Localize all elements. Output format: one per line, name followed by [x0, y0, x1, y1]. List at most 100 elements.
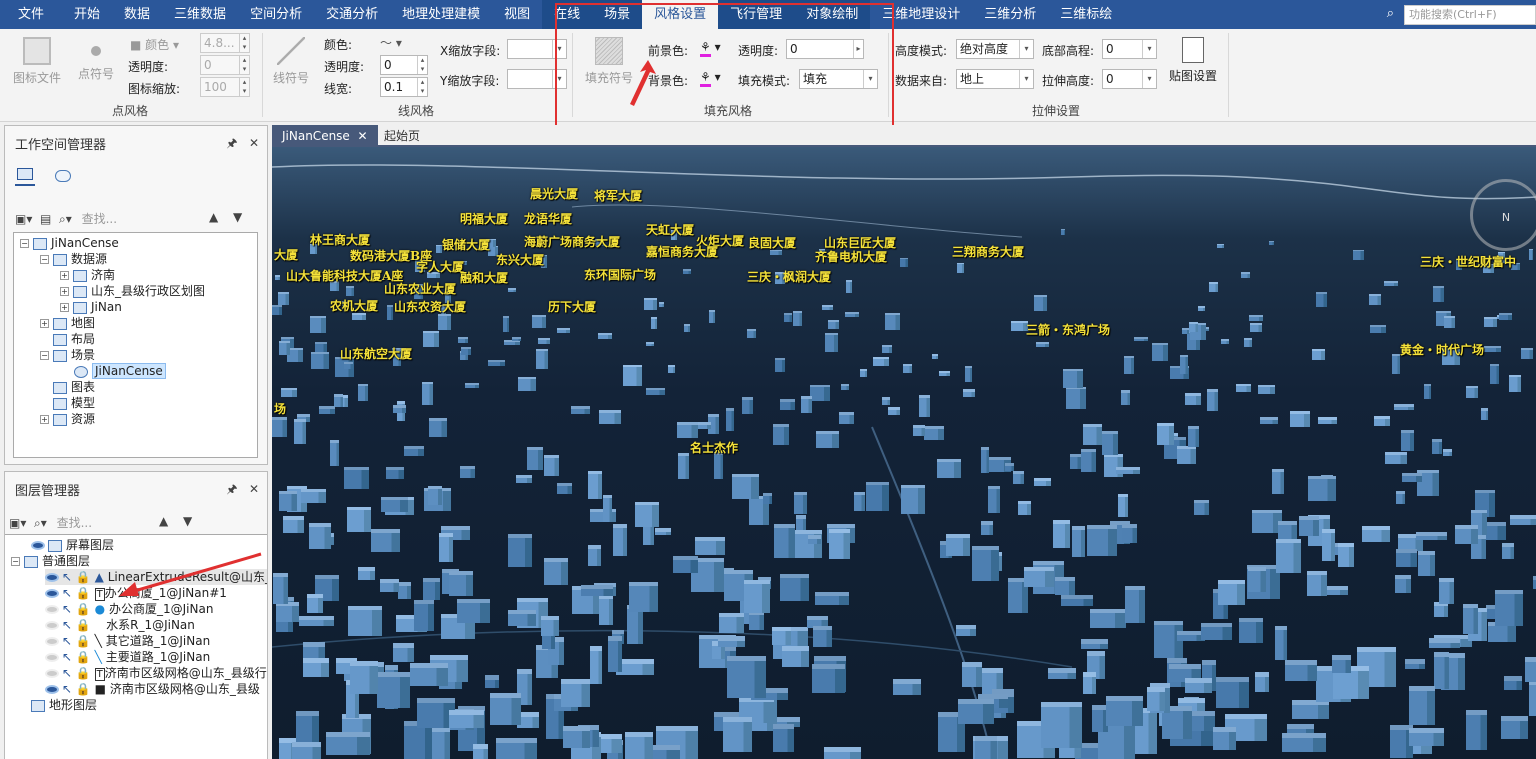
tree-node-models[interactable]: 模型	[53, 395, 95, 411]
menu-data[interactable]: 数据	[112, 0, 162, 29]
menu-start[interactable]: 开始	[62, 0, 112, 29]
tree-node-scenes[interactable]: − 场景	[40, 347, 95, 363]
select-icon[interactable]: ↖	[62, 634, 72, 648]
lock-icon[interactable]: 🔒	[76, 682, 91, 696]
search-icon[interactable]: ⌕▾	[34, 516, 47, 530]
search-icon[interactable]: ⌕	[1387, 6, 1394, 21]
tab-start-page[interactable]: 起始页	[374, 125, 430, 147]
resource-tab-icon[interactable]	[53, 168, 73, 184]
down-arrow-icon[interactable]: ▼	[183, 514, 192, 528]
tree-node-ds-jinan[interactable]: + JiNan	[60, 299, 122, 315]
select-icon[interactable]: ↖	[62, 602, 72, 616]
line-color-picker[interactable]: 〜 ▾	[380, 34, 402, 51]
select-icon[interactable]: ↖	[62, 586, 72, 600]
hidden-eye-icon[interactable]	[45, 621, 59, 630]
menu-traffic-analysis[interactable]: 交通分析	[314, 0, 390, 29]
texture-settings-button[interactable]: 贴图设置	[1164, 37, 1222, 84]
hidden-eye-icon[interactable]	[45, 605, 59, 614]
line-width-input[interactable]: 0.1 ▴ ▾	[380, 77, 428, 97]
tree-node-layouts[interactable]: 布局	[53, 331, 95, 347]
close-icon[interactable]: ✕	[357, 129, 367, 143]
line-symbol-button[interactable]: 线符号	[268, 37, 314, 86]
menu-spatial-analysis[interactable]: 空间分析	[238, 0, 314, 29]
select-icon[interactable]: ↖	[62, 570, 72, 584]
tree-node-charts[interactable]: 图表	[53, 379, 95, 395]
tree-node-maps[interactable]: + 地图	[40, 315, 95, 331]
lock-icon[interactable]: 🔒	[76, 634, 91, 648]
function-search-input[interactable]: 功能搜索(Ctrl+F)	[1404, 5, 1536, 25]
hidden-eye-icon[interactable]	[45, 637, 59, 646]
building-block	[608, 636, 622, 672]
point-symbol-button[interactable]: 点符号	[70, 37, 122, 82]
select-icon[interactable]: ↖	[62, 682, 72, 696]
layer-item[interactable]: ↖ 🔒 ╲ 其它道路_1@JiNan	[45, 633, 210, 649]
building-block	[839, 412, 854, 424]
height-mode-select[interactable]: 绝对高度 ▾	[956, 39, 1034, 59]
close-icon[interactable]: ✕	[249, 136, 259, 150]
tree-node-datasources[interactable]: − 数据源	[40, 251, 107, 267]
visible-eye-icon[interactable]	[45, 573, 59, 582]
workspace-search-input[interactable]: 查找...	[82, 212, 117, 226]
menu-3d-plotting[interactable]: 三维标绘	[1048, 0, 1124, 29]
layer-item[interactable]: ↖ 🔒 ■ 济南市区级网格@山东_县级	[45, 681, 260, 697]
pin-icon[interactable]: 🖈	[226, 136, 237, 150]
down-arrow-icon[interactable]: ▼	[233, 210, 242, 224]
hidden-eye-icon[interactable]	[45, 653, 59, 662]
tree-node-ds-shandong[interactable]: + 山东_县级行政区划图	[60, 283, 205, 299]
lock-icon[interactable]: 🔒	[76, 570, 91, 584]
layer-item[interactable]: ↖ 🔒 ● 办公商厦_1@JiNan	[45, 601, 213, 617]
data-from-select[interactable]: 地上 ▾	[956, 69, 1034, 89]
layer-group-normal[interactable]: − 普通图层	[11, 553, 90, 569]
lock-icon[interactable]: 🔒	[76, 618, 91, 632]
hidden-eye-icon[interactable]	[45, 669, 59, 678]
menu-3d-analysis[interactable]: 三维分析	[972, 0, 1048, 29]
visible-eye-icon[interactable]	[45, 685, 59, 694]
menu-view[interactable]: 视图	[492, 0, 542, 29]
building-block	[1502, 543, 1514, 559]
lock-icon[interactable]: 🔒	[76, 586, 91, 600]
point-color-button[interactable]: ■ 颜色 ▾	[130, 36, 179, 53]
layer-item[interactable]: ↖ 🔒 水系R_1@JiNan	[45, 617, 195, 633]
layer-item[interactable]: ↖ 🔒 ╲ 主要道路_1@JiNan	[45, 649, 210, 665]
close-icon[interactable]: ✕	[249, 482, 259, 496]
lock-icon[interactable]: 🔒	[76, 666, 91, 680]
line-opacity-input[interactable]: 0 ▴ ▾	[380, 55, 428, 75]
tree-node-workspace[interactable]: − JiNanCense	[20, 235, 119, 251]
point-opacity-input[interactable]: 0 ▴ ▾	[200, 55, 250, 75]
workspace-tab-icon[interactable]	[15, 166, 35, 186]
lock-icon[interactable]: 🔒	[76, 650, 91, 664]
extrude-height-select[interactable]: 0 ▾	[1102, 69, 1157, 89]
visible-eye-icon[interactable]	[31, 541, 45, 550]
tree-node-ds-jinan-cn[interactable]: + 济南	[60, 267, 115, 283]
icon-file-button[interactable]: 图标文件	[8, 37, 66, 86]
building-block	[714, 452, 723, 479]
base-height-select[interactable]: 0 ▾	[1102, 39, 1157, 59]
visible-eye-icon[interactable]	[45, 589, 59, 598]
menu-3d-data[interactable]: 三维数据	[162, 0, 238, 29]
tree-node-scene-jinancense[interactable]: JiNanCense	[74, 363, 166, 379]
tab-jinancense[interactable]: JiNanCense ✕	[272, 125, 378, 147]
select-icon[interactable]: ↖	[62, 666, 72, 680]
add-layer-icon[interactable]: ▣▾	[9, 516, 26, 530]
refresh-icon[interactable]: ▤	[40, 212, 51, 226]
open-icon[interactable]: ▣▾	[15, 212, 32, 226]
select-icon[interactable]: ↖	[62, 650, 72, 664]
lock-icon[interactable]: 🔒	[76, 602, 91, 616]
compass-control[interactable]: N	[1470, 179, 1536, 251]
menu-file[interactable]: 文件	[0, 0, 62, 29]
menu-geoprocessing[interactable]: 地理处理建模	[390, 0, 492, 29]
up-arrow-icon[interactable]: ▲	[159, 514, 168, 528]
layer-search-input[interactable]: 查找...	[57, 516, 92, 530]
building-block	[457, 599, 490, 623]
tree-node-resources[interactable]: + 资源	[40, 411, 95, 427]
layer-group-screen[interactable]: 屏幕图层	[31, 537, 114, 553]
search-icon[interactable]: ⌕▾	[59, 212, 72, 226]
icon-scale-input[interactable]: 100 ▴ ▾	[200, 77, 250, 97]
layer-item[interactable]: ↖ 🔒 T 济南市区级网格@山东_县级行政	[45, 665, 267, 681]
3d-scene-viewport[interactable]: N 晨光大厦 将军大厦 明福大厦 龙语华厦 天虹大厦 林王商大厦 海蔚广场商务大…	[272, 147, 1536, 759]
point-size-input[interactable]: 4.8... ▴ ▾	[200, 33, 250, 53]
layer-group-terrain[interactable]: 地形图层	[31, 697, 97, 713]
up-arrow-icon[interactable]: ▲	[209, 210, 218, 224]
pin-icon[interactable]: 🖈	[226, 482, 237, 496]
select-icon[interactable]: ↖	[62, 618, 72, 632]
